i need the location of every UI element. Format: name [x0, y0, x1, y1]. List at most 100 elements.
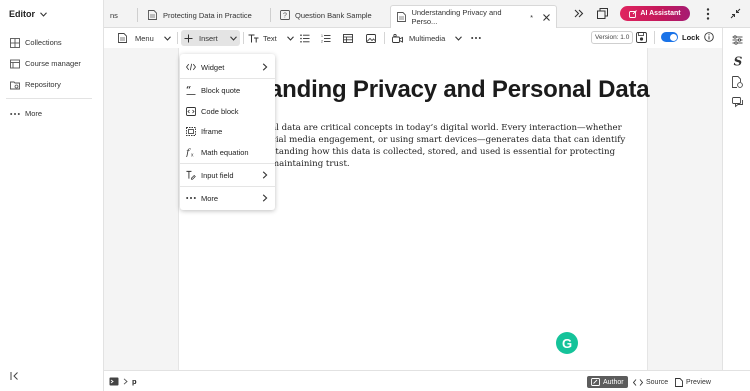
menu-item-code-block[interactable]: Code block	[180, 102, 275, 120]
author-mode-button[interactable]: Author	[587, 376, 628, 388]
paragraph-line[interactable]: maintaining trust.	[271, 159, 350, 169]
menu-item-label: Widget	[201, 62, 225, 72]
bullet-list-button[interactable]	[297, 30, 313, 46]
tab-separator	[137, 8, 138, 22]
document-icon	[148, 10, 158, 20]
collapse-window-icon[interactable]	[730, 8, 741, 19]
chevron-down-icon	[286, 35, 294, 41]
preview-mode-button[interactable]: Preview	[671, 376, 715, 388]
ai-assistant-button[interactable]: AI Assistant	[620, 6, 690, 21]
paragraph-line[interactable]: standing how this data is collected, sto…	[271, 147, 615, 157]
menu-item-block-quote[interactable]: “ Block quote	[180, 81, 275, 99]
paragraph-line[interactable]: al data are critical concepts in today’s…	[271, 123, 622, 133]
menu-item-input-field[interactable]: Input field	[180, 166, 275, 184]
author-icon	[591, 378, 600, 386]
text-style-icon	[248, 34, 259, 43]
document-properties-icon[interactable]	[731, 75, 744, 88]
toolbar-separator	[384, 32, 385, 44]
right-rail: S	[722, 28, 750, 370]
multimedia-button[interactable]: Multimedia	[389, 30, 465, 46]
breadcrumb-element[interactable]: p	[132, 377, 137, 386]
sidebar-item-collections[interactable]: Collections	[9, 37, 62, 48]
tab-label: Question Bank Sample	[295, 10, 372, 20]
save-version-icon[interactable]	[636, 32, 647, 43]
table-button[interactable]	[340, 30, 356, 46]
course-icon	[9, 58, 20, 69]
function-icon: fx	[186, 147, 196, 158]
menu-item-label: Math equation	[201, 147, 249, 157]
tab-overflow-icon[interactable]	[574, 9, 584, 18]
image-icon	[366, 33, 376, 43]
lock-toggle[interactable]	[661, 32, 678, 42]
preview-label: Preview	[686, 378, 711, 386]
menu-item-math-equation[interactable]: fx Math equation	[180, 143, 275, 161]
breadcrumb-chevron-icon	[123, 378, 128, 385]
menu-item-label: Iframe	[201, 126, 223, 136]
sidebar-item-label: Collections	[25, 38, 62, 47]
settings-sliders-icon[interactable]	[731, 33, 744, 46]
copy-window-icon[interactable]	[597, 8, 608, 19]
svg-text:S: S	[733, 55, 742, 67]
iframe-icon	[186, 126, 196, 136]
editor-toolbar: Menu Insert Text 12 Multimedia Version: …	[104, 28, 722, 48]
menu-button[interactable]: Menu	[115, 30, 174, 46]
more-horizontal-icon	[9, 108, 20, 119]
text-style-button[interactable]: Text	[245, 30, 297, 46]
status-bar: p Author Source Preview	[104, 370, 750, 391]
menu-item-more[interactable]: More	[180, 189, 275, 207]
tab-truncated[interactable]: ns	[104, 5, 134, 25]
info-icon[interactable]	[704, 32, 714, 42]
tab-bar: ns Protecting Data in Practice ? Questio…	[104, 0, 750, 28]
divider	[6, 98, 92, 99]
document-heading[interactable]: anding Privacy and Personal Data	[269, 76, 650, 104]
insert-dropdown-menu: Widget “ Block quote Code block Iframe f…	[180, 54, 275, 210]
version-label: Version: 1.0	[595, 34, 630, 41]
insert-label: Insert	[199, 33, 218, 43]
unsaved-marker: *	[530, 12, 533, 22]
terminal-icon[interactable]	[109, 377, 119, 386]
insert-button[interactable]: Insert	[181, 30, 240, 46]
source-label: Source	[646, 378, 669, 386]
sidebar-item-label: More	[25, 109, 43, 118]
version-badge[interactable]: Version: 1.0	[591, 31, 634, 44]
svg-text:?: ?	[283, 13, 287, 20]
bullet-list-icon	[300, 33, 310, 43]
question-bank-icon: ?	[280, 10, 290, 20]
close-icon[interactable]	[543, 13, 550, 21]
paragraph-line[interactable]: cial media engagement, or using smart de…	[271, 135, 625, 145]
menu-item-iframe[interactable]: Iframe	[180, 122, 275, 140]
tab-understanding-privacy[interactable]: Understanding Privacy and Perso... *	[390, 5, 557, 28]
collapse-sidebar-icon[interactable]	[10, 371, 20, 381]
chevron-right-icon	[262, 194, 268, 202]
menu-item-label: Code block	[201, 106, 239, 116]
style-icon[interactable]: S	[731, 54, 744, 67]
numbered-list-icon: 12	[321, 34, 331, 43]
svg-text:“: “	[186, 86, 191, 95]
code-icon	[633, 378, 643, 386]
source-mode-button[interactable]: Source	[629, 376, 672, 388]
plus-icon	[184, 34, 193, 43]
sidebar-item-repository[interactable]: Repository	[9, 79, 61, 90]
tab-label: Protecting Data in Practice	[163, 10, 252, 20]
image-button[interactable]	[363, 30, 379, 46]
more-tools-button[interactable]	[468, 30, 484, 46]
repository-icon	[9, 79, 20, 90]
comments-icon[interactable]	[731, 96, 744, 109]
document-icon	[118, 33, 127, 43]
sidebar-item-more[interactable]: More	[9, 108, 42, 119]
sidebar-item-course-manager[interactable]: Course manager	[9, 58, 81, 69]
menu-item-widget[interactable]: Widget	[180, 58, 275, 76]
tab-label: ns	[110, 10, 118, 20]
kebab-menu-icon[interactable]	[706, 8, 710, 20]
svg-text:x: x	[191, 153, 194, 158]
numbered-list-button[interactable]: 12	[318, 30, 334, 46]
tab-question-bank[interactable]: ? Question Bank Sample	[274, 5, 378, 25]
grammarly-icon[interactable]: G	[556, 332, 578, 354]
grid-icon	[9, 37, 20, 48]
tab-protecting-data[interactable]: Protecting Data in Practice	[142, 5, 258, 25]
chevron-down-icon	[40, 11, 47, 17]
editor-switcher[interactable]: Editor	[9, 9, 47, 19]
menu-separator	[180, 163, 275, 164]
menu-item-label: More	[201, 193, 219, 203]
table-icon	[343, 33, 353, 43]
